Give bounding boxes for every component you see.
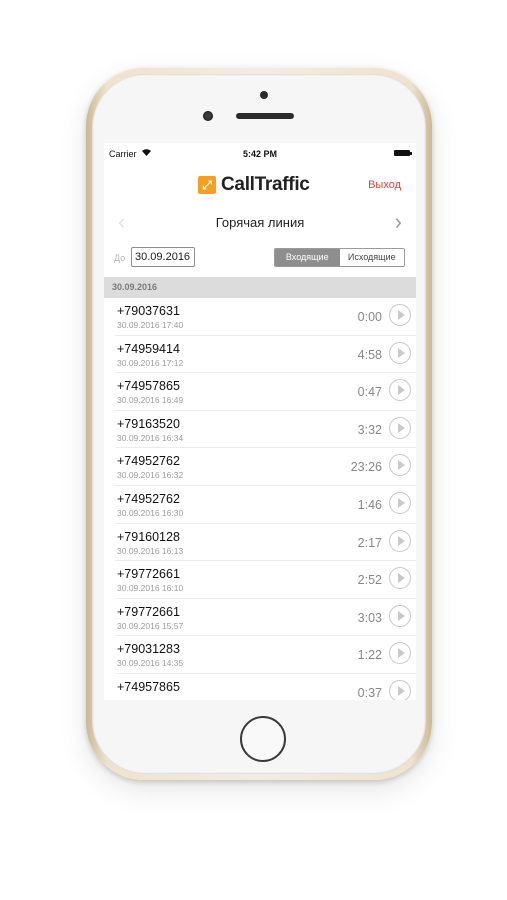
phone-number: +74952762	[117, 491, 180, 506]
tab-incoming[interactable]: Входящие	[275, 249, 340, 266]
call-datetime: 30.09.2016 16:32	[117, 470, 184, 481]
call-duration: 4:58	[357, 347, 382, 362]
phone-number: +74959414	[117, 341, 180, 356]
phone-number: +79037631	[117, 304, 180, 318]
phone-number: +79031283	[117, 642, 180, 657]
call-datetime: 30.09.2016 16:34	[117, 432, 184, 443]
call-row[interactable]: +74952762 30.09.2016 16:30 1:46	[115, 486, 416, 524]
battery-icon	[394, 150, 412, 156]
app-screen: Carrier 5:42 PM ⤢ CallTraffic Выход ‹ Го…	[104, 143, 416, 700]
date-field[interactable]: 30.09.2016	[131, 247, 195, 267]
call-duration: 3:03	[357, 610, 382, 625]
play-icon[interactable]	[389, 642, 411, 665]
call-row[interactable]: +79772661 30.09.2016 15:57 3:03	[115, 599, 416, 637]
call-datetime: 30.09.2016 16:30	[117, 507, 184, 518]
play-icon[interactable]	[389, 567, 411, 590]
proximity-sensor	[260, 91, 268, 99]
play-icon[interactable]	[389, 679, 411, 700]
line-selector: ‹ Горячая линия ›	[104, 207, 416, 239]
call-duration: 23:26	[350, 460, 382, 475]
phone-number: +79772661	[117, 567, 180, 582]
call-row[interactable]: +74959414 30.09.2016 17:12 4:58	[115, 336, 416, 374]
call-row[interactable]: +79037631 30.09.2016 17:40 0:00	[115, 298, 416, 336]
call-datetime: 30.09.2016 15:57	[117, 620, 184, 631]
earpiece-speaker	[236, 113, 294, 119]
call-duration: 0:37	[357, 685, 382, 700]
play-icon[interactable]	[389, 304, 411, 326]
play-icon[interactable]	[389, 454, 411, 477]
call-row[interactable]: +79772661 30.09.2016 16:10 2:52	[115, 561, 416, 599]
front-camera-icon	[203, 111, 213, 121]
date-prefix-label: До	[114, 253, 126, 263]
call-duration: 2:17	[357, 535, 382, 550]
call-row[interactable]: +74957865 0:37	[115, 674, 416, 700]
phone-number: +79772661	[117, 604, 180, 619]
logo-text: CallTraffic	[221, 174, 310, 195]
call-datetime: 30.09.2016 16:49	[117, 395, 184, 406]
app-header: ⤢ CallTraffic Выход	[104, 165, 416, 205]
play-icon[interactable]	[389, 491, 411, 514]
status-bar: Carrier 5:42 PM	[104, 143, 416, 163]
call-datetime: 30.09.2016 16:10	[117, 583, 184, 594]
call-row[interactable]: +74952762 30.09.2016 16:32 23:26	[115, 448, 416, 486]
status-time: 5:42 PM	[242, 149, 277, 159]
logo-link-icon: ⤢	[198, 176, 216, 194]
call-row[interactable]: +79160128 30.09.2016 16:13 2:17	[115, 524, 416, 562]
call-datetime: 30.09.2016 16:13	[117, 545, 184, 556]
call-list: +79037631 30.09.2016 17:40 0:00 +7495941…	[104, 298, 416, 700]
phone-number: +74957865	[117, 679, 180, 694]
call-duration: 1:22	[357, 648, 382, 663]
call-row[interactable]: +74957865 30.09.2016 16:49 0:47	[115, 373, 416, 411]
play-icon[interactable]	[389, 604, 411, 627]
play-icon[interactable]	[389, 529, 411, 552]
call-datetime: 30.09.2016 14:35	[117, 658, 184, 669]
play-icon[interactable]	[389, 341, 411, 364]
call-direction-toggle: Входящие Исходящие	[274, 248, 405, 267]
filter-row: До 30.09.2016 Входящие Исходящие	[104, 245, 416, 271]
chevron-right-icon[interactable]: ›	[395, 210, 402, 234]
call-datetime: 30.09.2016 17:12	[117, 357, 184, 368]
app-logo: ⤢ CallTraffic	[198, 174, 310, 196]
phone-number: +79160128	[117, 529, 180, 544]
play-icon[interactable]	[389, 416, 411, 439]
play-icon[interactable]	[389, 379, 411, 402]
call-duration: 1:46	[357, 497, 382, 512]
line-title: Горячая линия	[215, 215, 305, 230]
phone-number: +74952762	[117, 454, 180, 469]
call-duration: 0:00	[357, 310, 382, 324]
call-duration: 3:32	[357, 422, 382, 437]
call-duration: 0:47	[357, 385, 382, 400]
section-date-header: 30.09.2016	[104, 277, 416, 298]
call-datetime: 30.09.2016 17:40	[117, 320, 184, 330]
call-row[interactable]: +79163520 30.09.2016 16:34 3:32	[115, 411, 416, 449]
logout-button[interactable]: Выход	[368, 179, 401, 191]
tab-outgoing[interactable]: Исходящие	[339, 249, 404, 266]
home-button[interactable]	[240, 716, 286, 762]
phone-number: +74957865	[117, 379, 180, 394]
phone-number: +79163520	[117, 416, 180, 431]
call-row[interactable]: +79031283 30.09.2016 14:35 1:22	[115, 636, 416, 674]
call-duration: 2:52	[357, 573, 382, 588]
